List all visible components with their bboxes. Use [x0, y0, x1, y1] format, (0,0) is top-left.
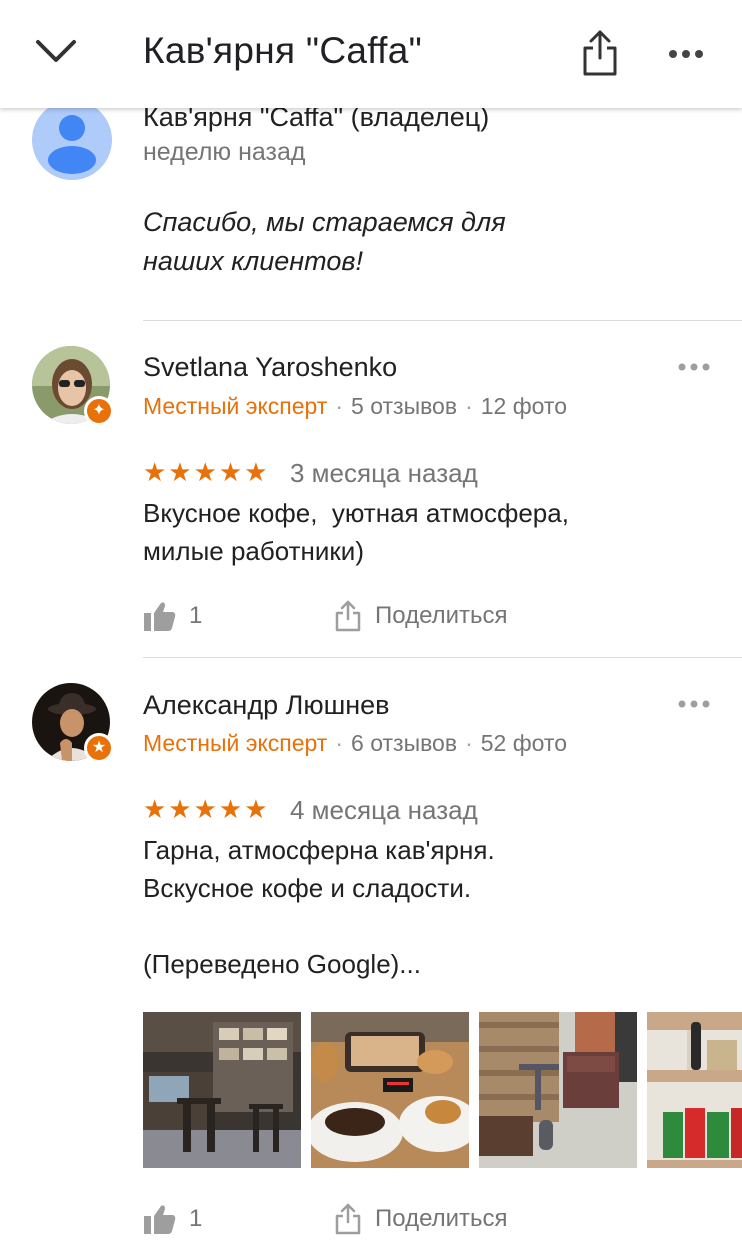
- person-icon: [48, 115, 96, 174]
- review-time: 3 месяца назад: [290, 458, 478, 488]
- review-actions: 1 Поделиться: [143, 598, 563, 634]
- review-count: 6 отзывов: [351, 730, 458, 756]
- share-label: Поделиться: [375, 1205, 508, 1232]
- divider: [143, 320, 742, 321]
- share-icon: [335, 1203, 361, 1235]
- reviewer-avatar[interactable]: ✦: [32, 346, 114, 426]
- like-count: 1: [189, 602, 203, 629]
- like-button[interactable]: 1: [143, 1201, 202, 1237]
- page-title: Кав'ярня "Caffa": [143, 30, 423, 71]
- top-app-bar: Кав'ярня "Caffa": [0, 0, 742, 108]
- local-guide-badge-icon: ✦: [84, 396, 114, 426]
- local-guide-badge-icon: ★: [84, 733, 114, 763]
- share-review-button[interactable]: Поделиться: [335, 1201, 508, 1237]
- reviewer-name[interactable]: Svetlana Yaroshenko: [143, 352, 397, 383]
- like-count: 1: [189, 1205, 203, 1232]
- star-rating: ★★★★★: [143, 794, 270, 824]
- pallet-furniture-photo[interactable]: [479, 1012, 637, 1168]
- more-options-icon[interactable]: [666, 40, 706, 68]
- review-text: Гарна, атмосферна кав'ярня. Вскусное коф…: [143, 835, 495, 979]
- star-rating: ★★★★★: [143, 457, 270, 487]
- share-icon[interactable]: [580, 28, 620, 78]
- reviewer-meta: Местный эксперт · 6 отзывов · 52 фото: [143, 730, 567, 756]
- share-review-button[interactable]: Поделиться: [335, 598, 508, 634]
- review-more-icon[interactable]: [676, 360, 712, 374]
- review-text: Вкусное кофе, уютная атмосфера, милые ра…: [143, 498, 569, 566]
- divider: [143, 657, 742, 658]
- review-more-icon[interactable]: [676, 697, 712, 711]
- share-icon: [335, 600, 361, 632]
- owner-reply-text: Спасибо, мы стараемся для наших клиентов…: [143, 207, 506, 276]
- review-photos: [143, 1012, 742, 1168]
- photo-count: 52 фото: [480, 730, 567, 756]
- cafe-interior-photo[interactable]: [143, 1012, 301, 1168]
- reviewer-avatar[interactable]: ★: [32, 683, 114, 763]
- owner-reply-time: неделю назад: [143, 138, 306, 166]
- chevron-down-icon[interactable]: [34, 34, 78, 74]
- local-guide-label: Местный эксперт: [143, 730, 328, 756]
- review-actions: 1 Поделиться: [143, 1201, 563, 1237]
- like-button[interactable]: 1: [143, 598, 202, 634]
- pastries-photo[interactable]: [311, 1012, 469, 1168]
- shelf-products-photo[interactable]: [647, 1012, 742, 1168]
- photo-count: 12 фото: [480, 393, 567, 419]
- thumbs-up-icon: [144, 1205, 176, 1234]
- local-guide-label: Местный эксперт: [143, 393, 328, 419]
- reviewer-name[interactable]: Александр Люшнев: [143, 690, 390, 721]
- owner-avatar: [32, 100, 112, 180]
- thumbs-up-icon: [144, 602, 176, 631]
- review-count: 5 отзывов: [351, 393, 458, 419]
- review-time: 4 месяца назад: [290, 795, 478, 825]
- reviewer-meta: Местный эксперт · 5 отзывов · 12 фото: [143, 393, 567, 419]
- share-label: Поделиться: [375, 602, 508, 629]
